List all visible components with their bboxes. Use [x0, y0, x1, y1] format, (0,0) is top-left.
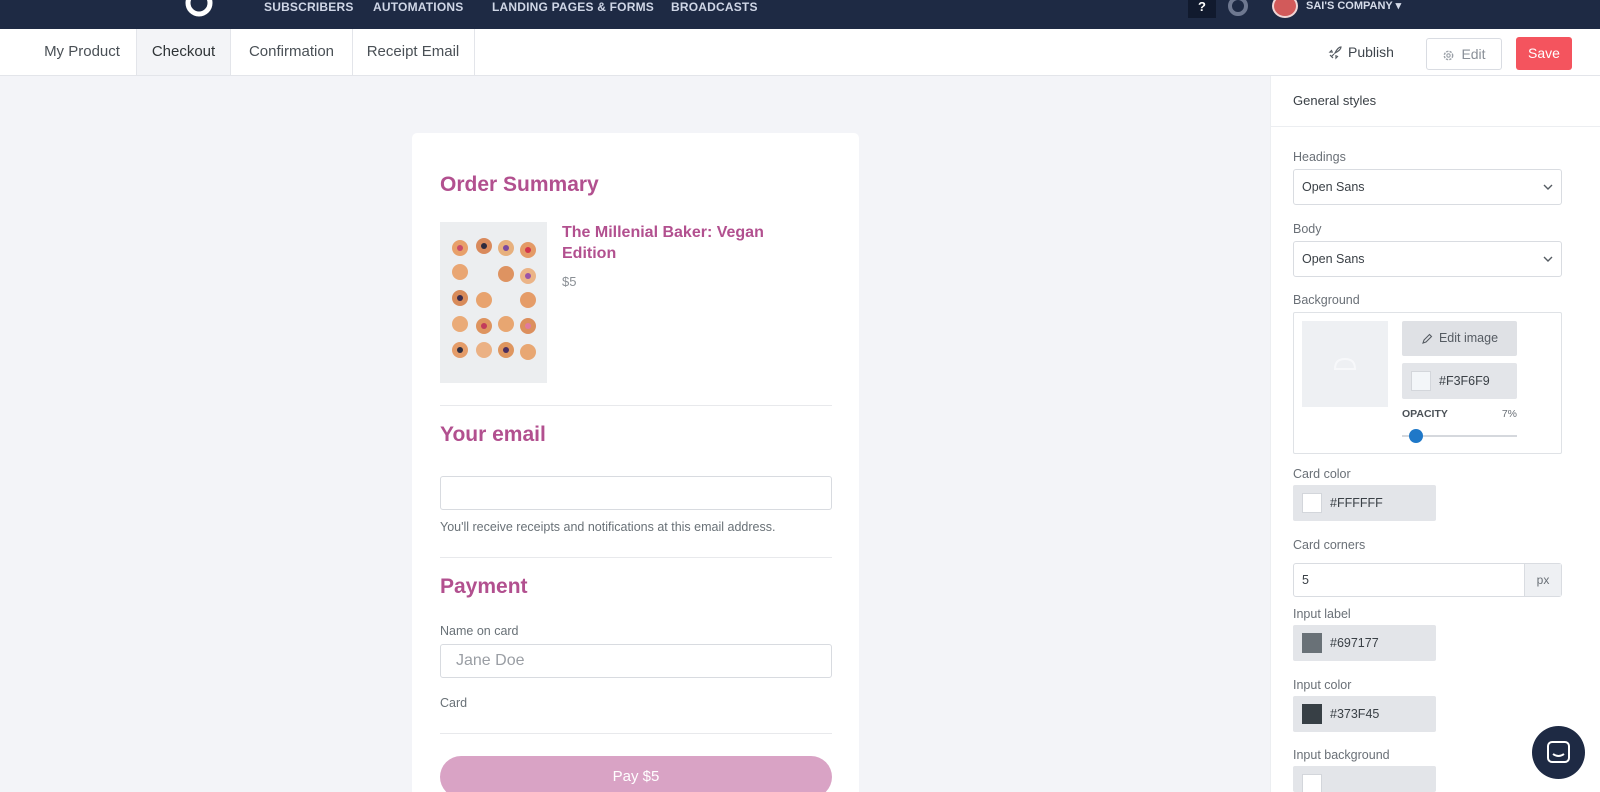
- body-font-select[interactable]: Open Sans: [1293, 241, 1562, 277]
- edit-button[interactable]: Edit: [1426, 38, 1502, 70]
- input-background-color-swatch[interactable]: [1302, 774, 1322, 792]
- tab-divider: [474, 29, 475, 75]
- edit-image-button[interactable]: Edit image: [1402, 321, 1517, 356]
- opacity-label: OPACITY: [1402, 408, 1448, 420]
- save-button[interactable]: Save: [1516, 37, 1572, 70]
- body-font-value: Open Sans: [1302, 252, 1365, 266]
- opacity-slider-handle[interactable]: [1409, 429, 1424, 443]
- top-navigation-bar: SUBSCRIBERS AUTOMATIONS LANDING PAGES & …: [0, 0, 1600, 29]
- nav-link-automations[interactable]: AUTOMATIONS: [373, 0, 463, 14]
- panel-title: General styles: [1293, 93, 1377, 108]
- name-on-card-label: Name on card: [440, 624, 519, 638]
- card-color-value: #FFFFFF: [1330, 496, 1383, 510]
- product-title: The Millenial Baker: Vegan Edition: [562, 224, 764, 262]
- card-corners-value: 5: [1302, 573, 1309, 587]
- card-color-swatch[interactable]: [1302, 493, 1322, 513]
- section-divider: [440, 405, 832, 406]
- background-color-swatch[interactable]: [1411, 371, 1431, 391]
- edit-label: Edit: [1461, 46, 1486, 62]
- background-image-thumbnail[interactable]: [1302, 321, 1388, 407]
- background-label: Background: [1293, 293, 1360, 307]
- chevron-down-icon: ▾: [1395, 0, 1402, 12]
- opacity-value: 7%: [1501, 408, 1517, 420]
- opacity-slider[interactable]: [1402, 429, 1517, 443]
- chevron-down-icon: [1543, 184, 1553, 190]
- nav-link-broadcasts[interactable]: BROADCASTS: [671, 0, 758, 14]
- upload-cloud-icon: [1333, 357, 1357, 370]
- publish-button[interactable]: Publish: [1328, 37, 1394, 67]
- product-price: $5: [562, 274, 577, 289]
- edit-image-label: Edit image: [1438, 331, 1499, 345]
- company-name: SAI'S COMPANY: [1306, 0, 1393, 12]
- company-menu[interactable]: SAI'S COMPANY ▾: [1306, 0, 1401, 12]
- headings-font-select[interactable]: Open Sans: [1293, 169, 1562, 205]
- headings-font-value: Open Sans: [1302, 180, 1365, 194]
- background-color-field[interactable]: #F3F6F9: [1402, 363, 1517, 399]
- chat-bubble-icon: [1547, 741, 1570, 763]
- convertkit-logo-icon[interactable]: [182, 0, 216, 20]
- background-color-value: #F3F6F9: [1439, 374, 1490, 388]
- tab-checkout[interactable]: Checkout: [136, 29, 231, 75]
- nav-link-subscribers[interactable]: SUBSCRIBERS: [264, 0, 354, 14]
- donuts-image-icon: [440, 222, 547, 383]
- pencil-icon: [1422, 333, 1433, 344]
- input-color-swatch[interactable]: [1302, 704, 1322, 724]
- input-color-label: Input color: [1293, 678, 1352, 692]
- tab-confirmation[interactable]: Confirmation: [231, 29, 352, 75]
- input-label-color-field[interactable]: #697177: [1293, 625, 1436, 661]
- input-background-label: Input background: [1293, 748, 1390, 762]
- checkout-card: Order Summary The Millenial Baker: Vegan…: [412, 133, 859, 792]
- card-label: Card: [440, 696, 468, 710]
- background-settings: Edit image #F3F6F9 OPACITY 7%: [1293, 312, 1562, 454]
- tab-my-product[interactable]: My Product: [28, 29, 136, 75]
- section-divider: [440, 733, 832, 734]
- section-divider: [440, 557, 832, 558]
- help-button[interactable]: ?: [1188, 0, 1216, 18]
- product-image: [440, 222, 547, 383]
- email-input[interactable]: [440, 476, 832, 510]
- card-color-field[interactable]: #FFFFFF: [1293, 485, 1436, 521]
- nav-link-landing-pages-forms[interactable]: LANDING PAGES & FORMS: [492, 0, 654, 14]
- input-label-color-value: #697177: [1330, 636, 1379, 650]
- notification-ring-icon[interactable]: [1228, 0, 1248, 16]
- general-styles-panel: General styles Headings Open Sans Body O…: [1270, 76, 1600, 792]
- rocket-icon: [1328, 46, 1342, 60]
- name-on-card-input[interactable]: Jane Doe: [440, 644, 832, 678]
- panel-header: General styles: [1271, 76, 1600, 127]
- editor-tab-bar: My Product Checkout Confirmation Receipt…: [0, 29, 1600, 76]
- input-background-color-field[interactable]: [1293, 766, 1436, 792]
- publish-label: Publish: [1348, 44, 1394, 60]
- pay-button[interactable]: Pay $5: [440, 756, 832, 792]
- card-corners-input[interactable]: 5 px: [1293, 563, 1562, 597]
- order-summary-heading: Order Summary: [440, 173, 599, 196]
- input-label-label: Input label: [1293, 607, 1351, 621]
- chat-launcher-button[interactable]: [1532, 726, 1585, 779]
- chevron-down-icon: [1543, 256, 1553, 262]
- avatar[interactable]: [1272, 0, 1298, 18]
- email-heading: Your email: [440, 423, 546, 446]
- input-color-value: #373F45: [1330, 707, 1380, 721]
- email-note: You'll receive receipts and notification…: [440, 520, 776, 534]
- card-corners-unit: px: [1524, 564, 1561, 596]
- name-on-card-placeholder: Jane Doe: [456, 652, 525, 669]
- input-color-field[interactable]: #373F45: [1293, 696, 1436, 732]
- payment-heading: Payment: [440, 575, 528, 598]
- headings-label: Headings: [1293, 150, 1346, 164]
- input-label-color-swatch[interactable]: [1302, 633, 1322, 653]
- gear-icon: [1444, 50, 1454, 61]
- tab-receipt-email[interactable]: Receipt Email: [352, 29, 474, 75]
- card-corners-label: Card corners: [1293, 538, 1366, 552]
- card-color-label: Card color: [1293, 467, 1351, 481]
- body-label: Body: [1293, 222, 1322, 236]
